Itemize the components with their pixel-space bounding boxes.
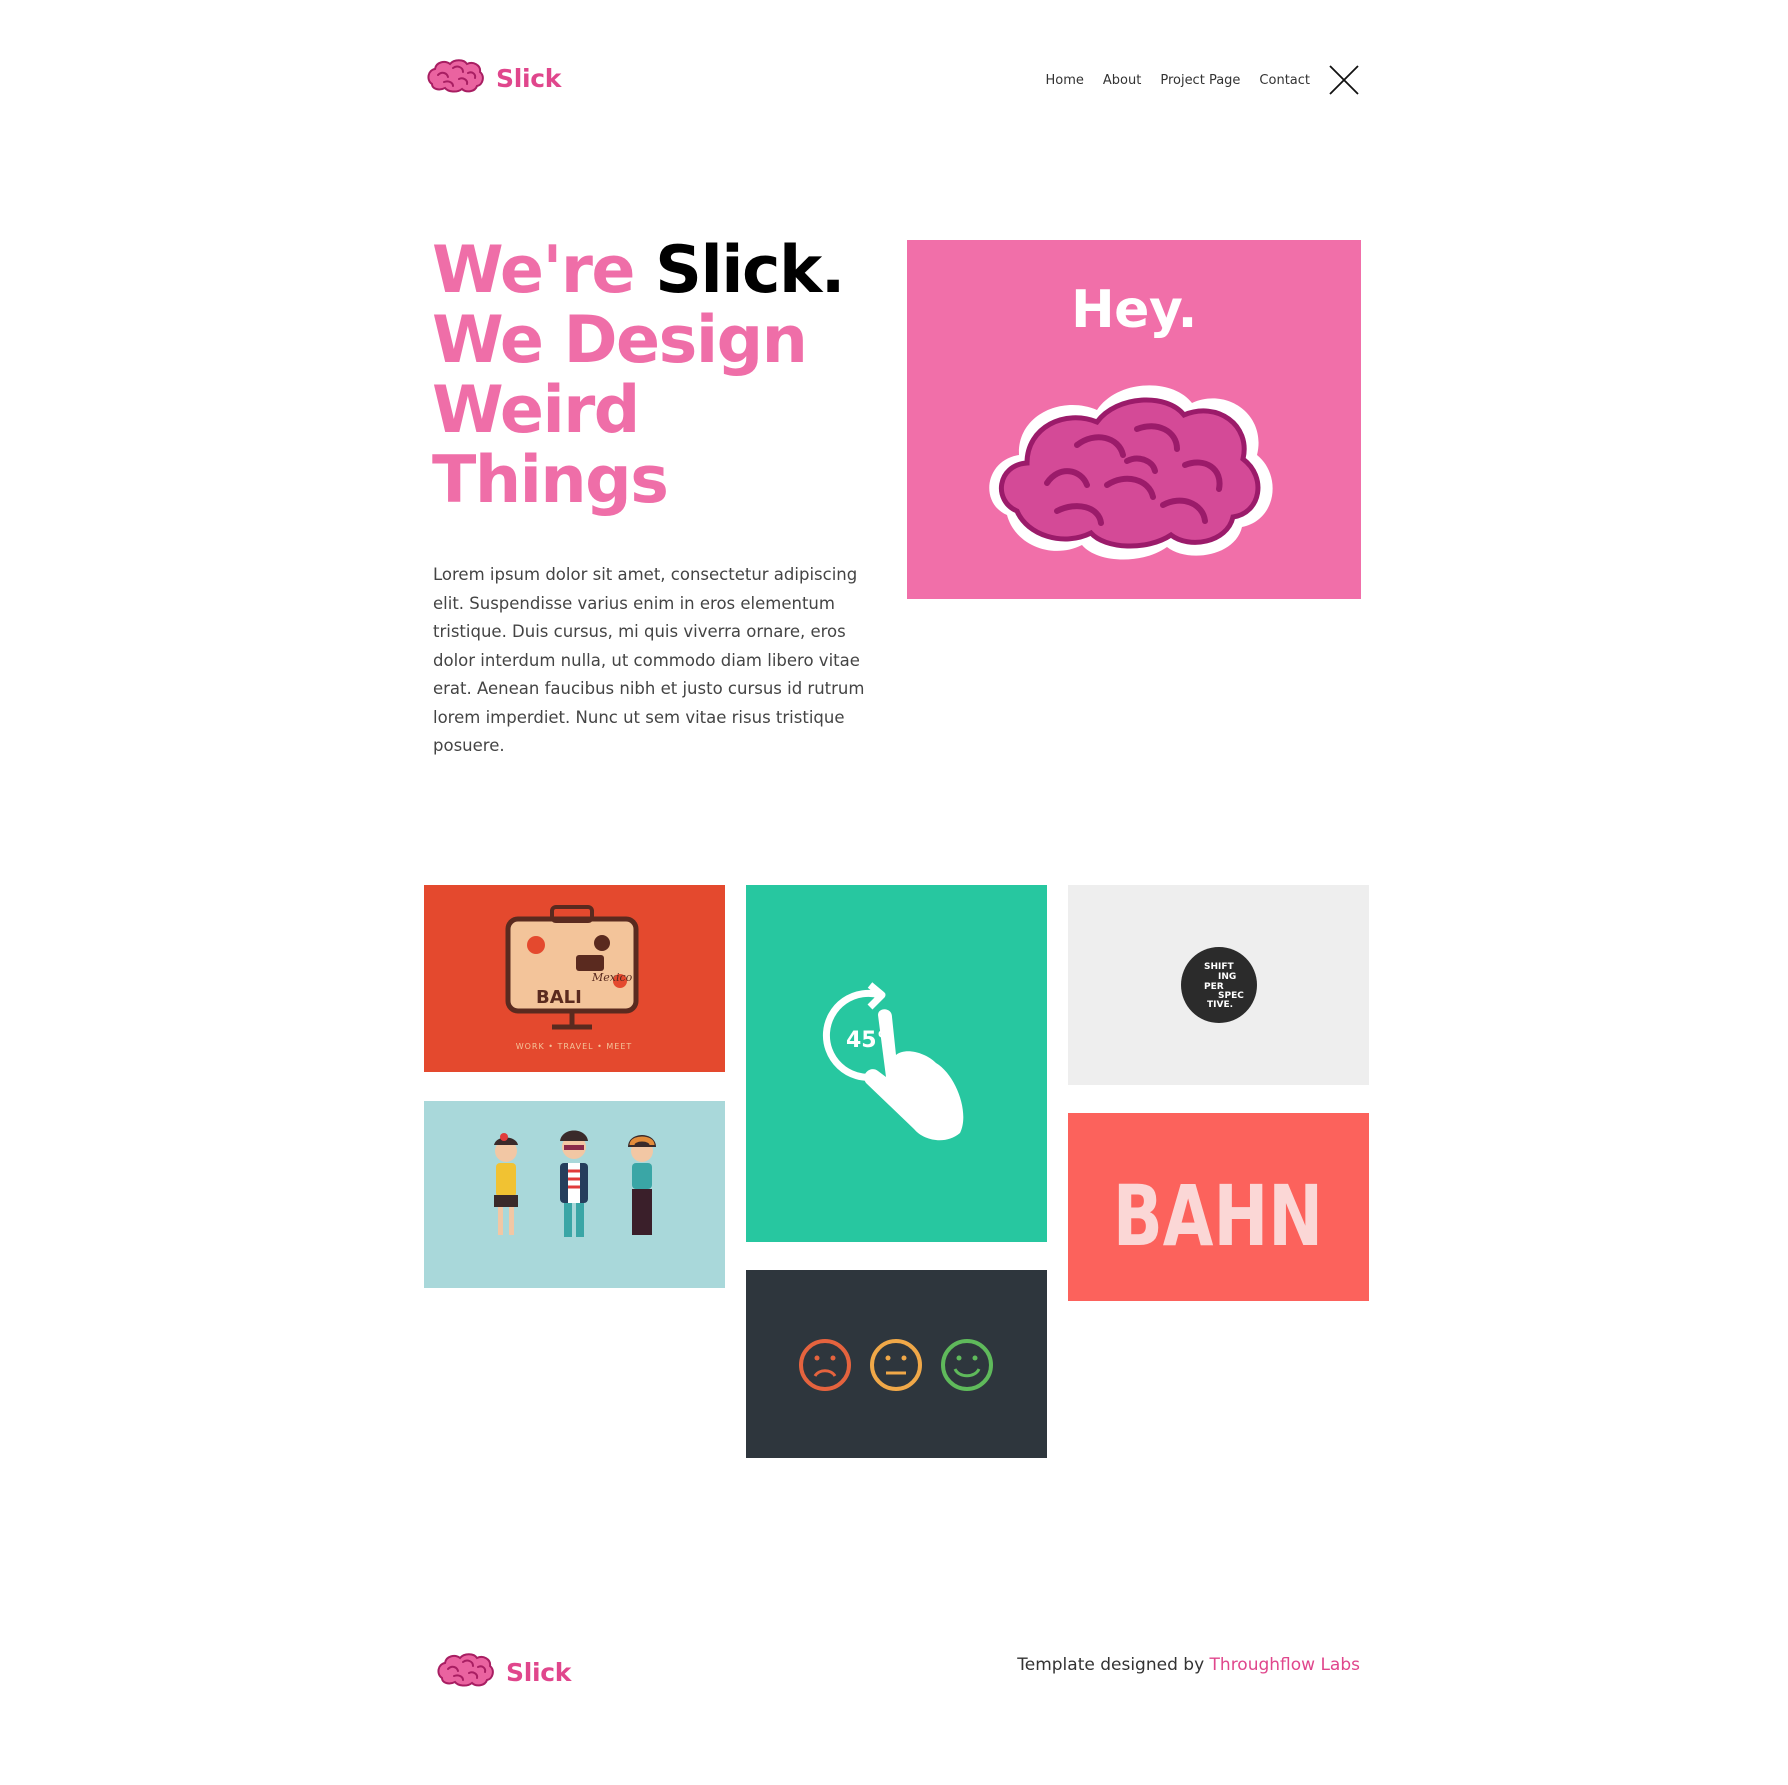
sp-line-2: ING (1218, 972, 1236, 982)
gallery-item-feedback[interactable] (746, 1270, 1047, 1458)
hero-title-prefix: We're (432, 233, 656, 308)
hero-title-highlight: Slick. (655, 233, 845, 308)
credit-prefix: Template designed by (1017, 1655, 1210, 1675)
bahn-label: BAHN (1113, 1167, 1323, 1265)
hero-card: Hey. (907, 240, 1361, 599)
sp-line-5: TIVE. (1207, 1000, 1233, 1010)
brain-icon (426, 58, 484, 99)
main-nav: Home About Project Page Contact (1027, 62, 1363, 98)
gallery-item-shifting-perspective[interactable]: SHIFT ING PER SPEC TIVE. (1068, 885, 1369, 1085)
hero-title-rest: We Design Weird Things (432, 303, 808, 518)
travel-tagline: WORK • TRAVEL • MEET (516, 1042, 633, 1051)
footer-brand-name: Slick (506, 1658, 572, 1687)
bali-label: BALI (536, 987, 582, 1008)
gallery-item-travel[interactable]: BALI Mexico WORK • TRAVEL • MEET (424, 885, 725, 1072)
hero-paragraph: Lorem ipsum dolor sit amet, consectetur … (433, 565, 865, 755)
nav-project-page[interactable]: Project Page (1160, 73, 1240, 88)
gallery-item-rotate[interactable]: 45° (746, 885, 1047, 1242)
close-icon[interactable] (1326, 62, 1362, 98)
hero-card-title: Hey. (1071, 280, 1197, 340)
footer-credit: Template designed by Throughflow Labs (1017, 1655, 1360, 1675)
gallery-item-characters[interactable] (424, 1101, 725, 1288)
brand-name: Slick (496, 64, 562, 93)
nav-home[interactable]: Home (1046, 73, 1084, 88)
mexico-label: Mexico (591, 971, 633, 984)
nav-contact[interactable]: Contact (1259, 73, 1310, 88)
brain-illustration (977, 365, 1287, 570)
gallery-item-bahn[interactable]: BAHN (1068, 1113, 1369, 1301)
credit-link[interactable]: Throughflow Labs (1210, 1655, 1360, 1675)
brand-logo[interactable]: Slick (426, 58, 561, 99)
hero-title: We're Slick. We Design Weird Things (432, 236, 892, 516)
footer-logo[interactable]: Slick (436, 1652, 571, 1693)
sp-line-1: SHIFT (1204, 962, 1235, 972)
site-header: Slick Home About Project Page Contact (0, 0, 1788, 170)
brain-icon (436, 1652, 494, 1693)
nav-about[interactable]: About (1103, 73, 1141, 88)
